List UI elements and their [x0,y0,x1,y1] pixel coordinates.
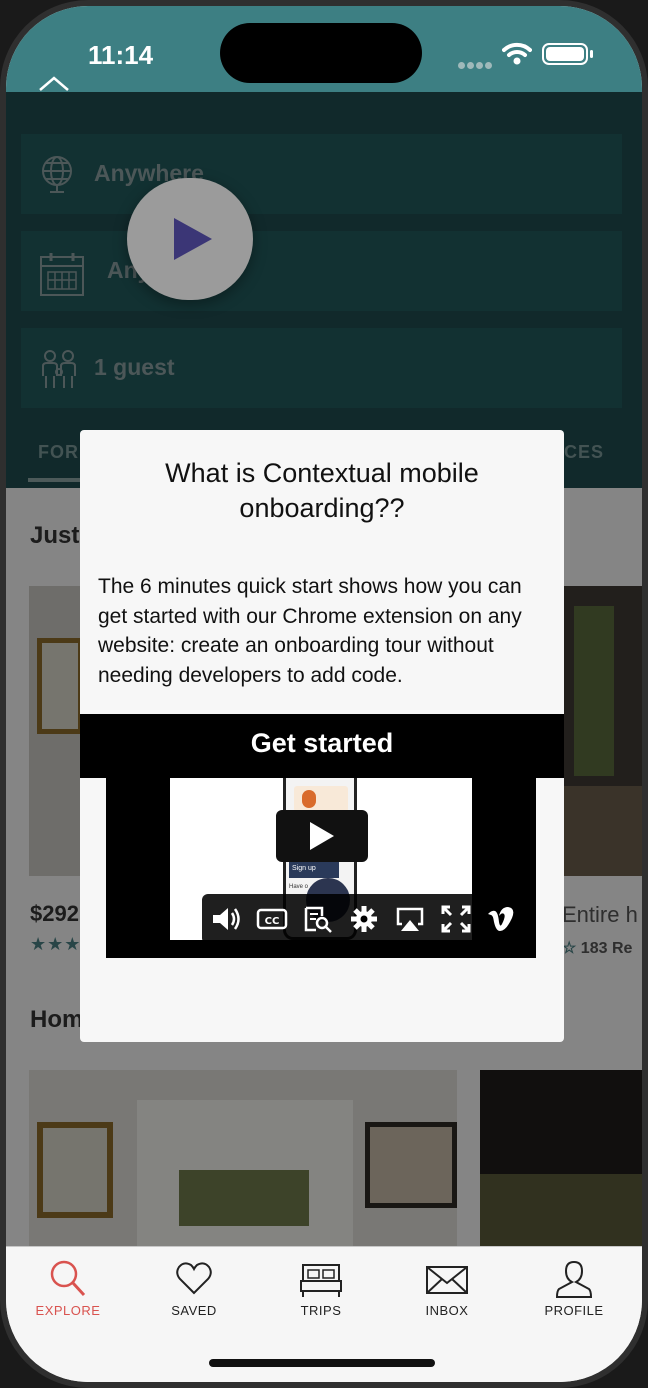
tab-explore[interactable]: EXPLORE [13,1259,123,1318]
onboarding-modal: What is Contextual mobile onboarding?? T… [80,430,564,1042]
tab-label-explore: EXPLORE [35,1303,101,1318]
chevron-up-icon[interactable] [38,76,70,92]
dynamic-island [220,23,422,83]
tab-label-trips: TRIPS [300,1303,342,1318]
search-icon [50,1260,86,1297]
transcript-icon[interactable] [302,904,334,934]
heart-icon [176,1262,212,1295]
status-time: 11:14 [88,40,154,70]
phone-frame: 11:14 Anywhere Any 1 guest FOR CES Just … [0,0,648,1388]
home-indicator[interactable] [209,1359,435,1367]
tab-label-profile: PROFILE [544,1303,604,1318]
thumbnail-signup: Sign up [289,862,339,878]
vimeo-logo[interactable] [486,904,518,934]
status-bar: 11:14 [6,6,642,92]
floating-play-button[interactable] [127,178,253,300]
settings-icon[interactable] [348,904,380,934]
tab-label-saved: SAVED [171,1303,217,1318]
battery-icon [542,43,588,65]
tab-profile[interactable]: PROFILE [519,1259,629,1318]
play-icon [174,218,212,260]
tab-label-inbox: INBOX [425,1303,469,1318]
screen: 11:14 Anywhere Any 1 guest FOR CES Just … [6,6,642,1382]
video-title[interactable]: Get started [80,728,564,759]
modal-title: What is Contextual mobile onboarding?? [165,458,479,523]
video-player[interactable]: Sign up Have o CC [106,778,536,958]
tab-inbox[interactable]: INBOX [392,1259,502,1318]
video-title-bar: Get started [80,714,564,778]
tab-saved[interactable]: SAVED [139,1259,249,1318]
video-play-button[interactable] [276,810,368,862]
closed-captions-icon[interactable]: CC [256,904,288,934]
bottom-tab-bar: EXPLORE SAVED TRIPS INBOX PROFILE [6,1246,642,1382]
envelope-icon [426,1266,468,1294]
fullscreen-icon[interactable] [440,904,472,934]
bed-icon [300,1264,342,1297]
tab-trips[interactable]: TRIPS [266,1259,376,1318]
wifi-icon [502,42,532,65]
cellular-signal-icon [458,56,494,74]
play-icon [310,822,334,850]
svg-text:CC: CC [265,916,280,927]
video-controls: CC [202,894,534,944]
thumbnail-text: Have o [289,884,309,890]
airplay-icon[interactable] [394,904,426,934]
person-icon [555,1260,593,1298]
volume-icon[interactable] [210,904,242,934]
modal-body: The 6 minutes quick start shows how you … [98,575,522,687]
